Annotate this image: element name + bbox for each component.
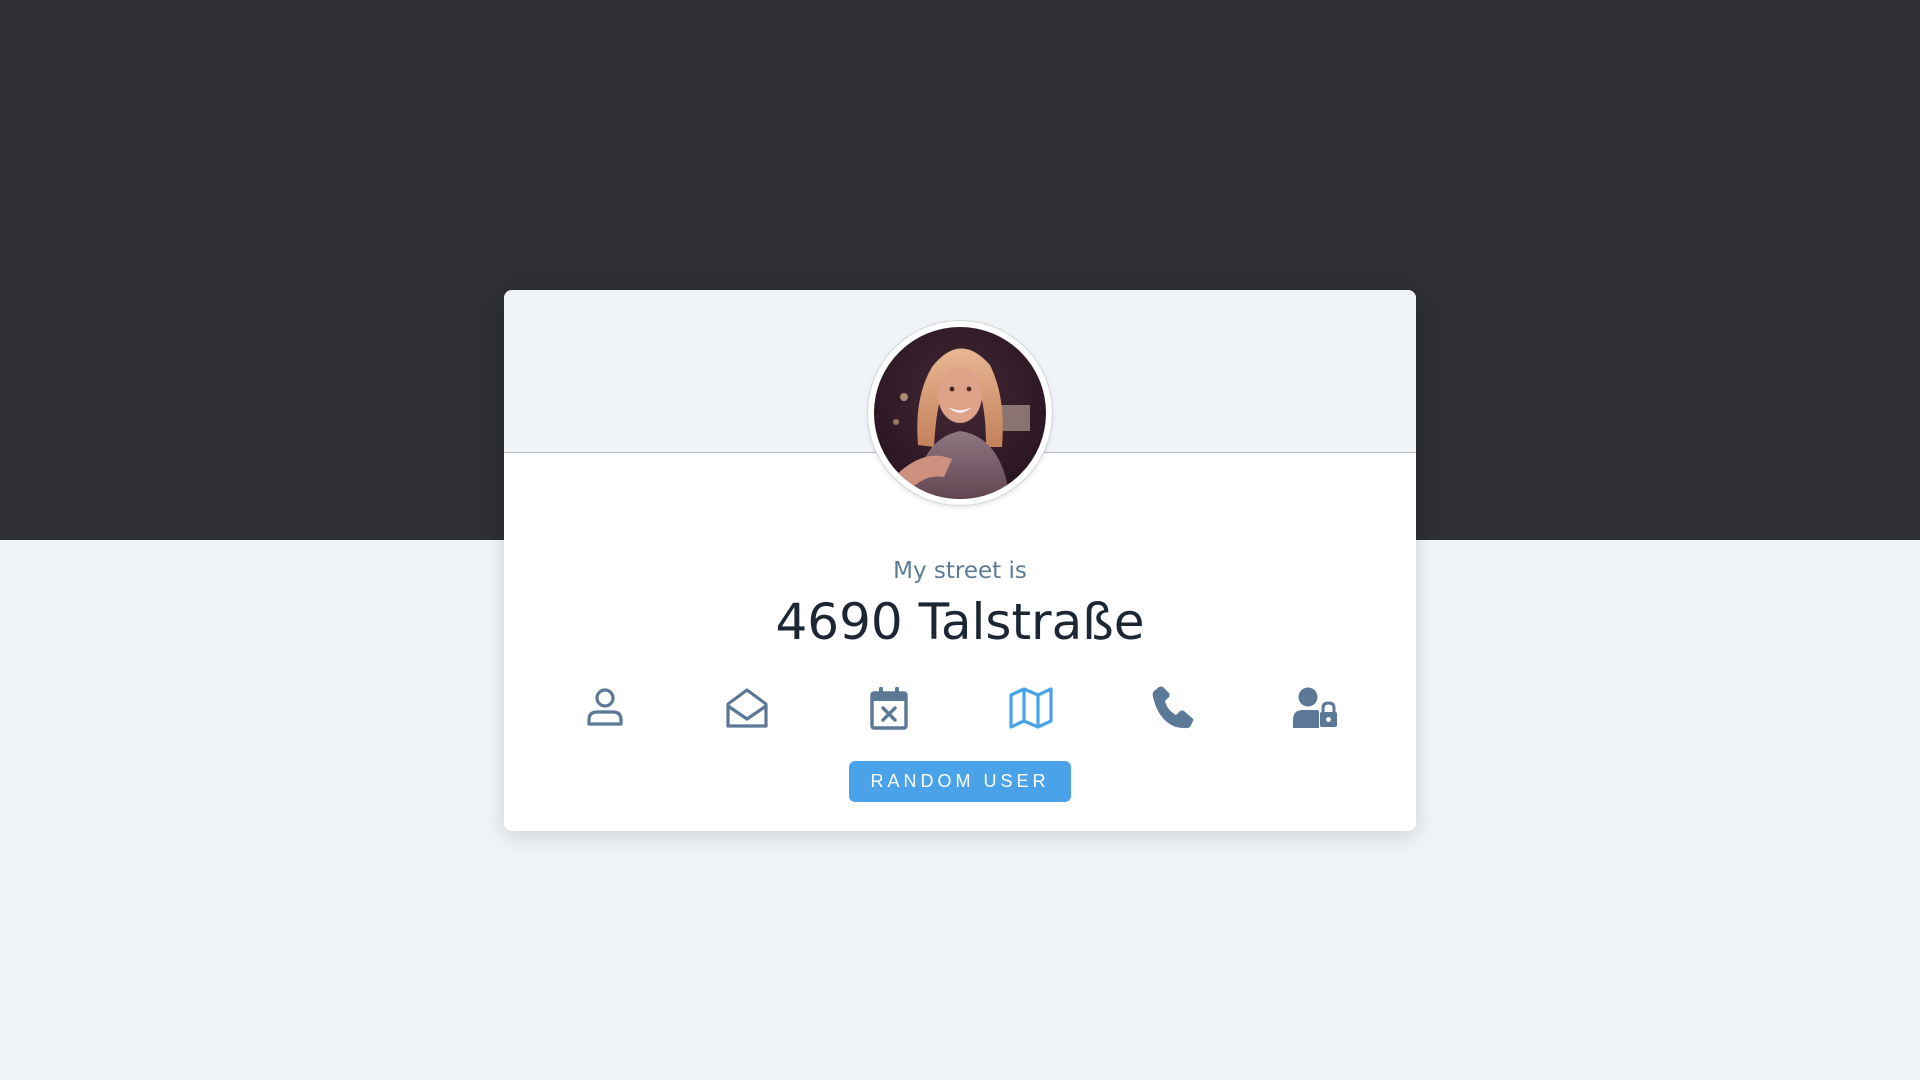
- password-icon-button[interactable]: [1285, 678, 1345, 738]
- user-icon: [587, 688, 623, 726]
- envelope-open-icon: [726, 688, 768, 728]
- avatar: [868, 321, 1052, 505]
- random-user-button[interactable]: RANDOM USER: [849, 761, 1071, 802]
- user-icon-button[interactable]: [575, 678, 635, 738]
- phone-icon: [1152, 686, 1194, 729]
- user-card: My street is 4690 Talstraße RANDOM USER: [504, 290, 1416, 831]
- map-icon: [1009, 687, 1053, 729]
- calendar-x-icon: [870, 687, 908, 730]
- field-value: 4690 Talstraße: [775, 593, 1145, 651]
- address-icon-button[interactable]: [1001, 678, 1061, 738]
- birthday-icon-button[interactable]: [859, 678, 919, 738]
- phone-icon-button[interactable]: [1143, 678, 1203, 738]
- user-lock-icon: [1293, 687, 1337, 728]
- email-icon-button[interactable]: [717, 678, 777, 738]
- avatar-photo: [874, 327, 1046, 499]
- field-label: My street is: [893, 558, 1027, 584]
